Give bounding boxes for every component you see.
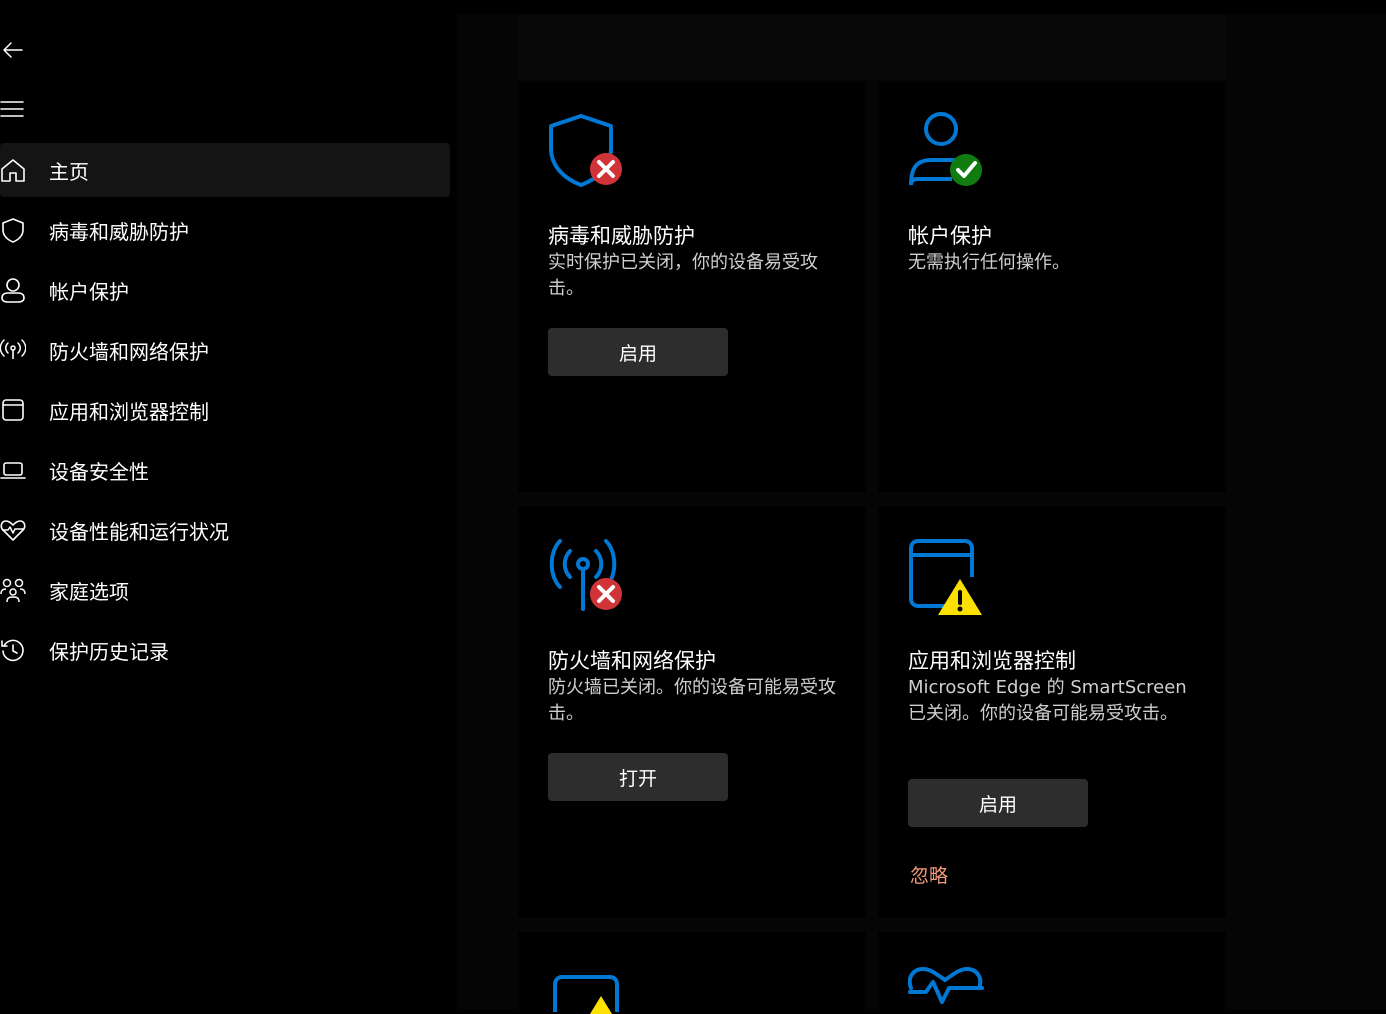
card-title: 病毒和威胁防护 [548,224,695,248]
sidebar-item-label: 帐户保护 [49,279,129,304]
card-virus-threat-protection: 病毒和威胁防护 实时保护已关闭，你的设备易受攻击。 启用 [518,82,866,492]
sidebar-item-app-browser-control[interactable]: 应用和浏览器控制 [0,383,450,437]
shield-icon [2,218,24,243]
enable-smartscreen-button[interactable]: 启用 [908,779,1088,827]
sidebar-item-label: 设备性能和运行状况 [49,519,229,544]
card-firewall-network-protection: 防火墙和网络保护 防火墙已关闭。你的设备可能易受攻击。 打开 [518,507,866,917]
sidebar-item-device-performance[interactable]: 设备性能和运行状况 [0,503,450,557]
card-title: 应用和浏览器控制 [908,649,1076,673]
card-title: 防火墙和网络保护 [548,649,716,673]
card-description: 实时保护已关闭，你的设备易受攻击。 [548,252,818,299]
sidebar-item-label: 病毒和威胁防护 [49,219,189,244]
sidebar-item-label: 防火墙和网络保护 [49,339,209,364]
sidebar-item-device-security[interactable]: 设备安全性 [0,443,450,497]
back-button[interactable] [0,36,28,64]
heart-pulse-icon [0,520,26,541]
sidebar-item-family-options[interactable]: 家庭选项 [0,563,450,617]
app-window-icon [2,399,24,421]
app-window-warning-icon [909,539,982,615]
enable-virus-protection-button[interactable]: 启用 [548,328,728,376]
sidebar-item-label: 保护历史记录 [49,639,169,664]
card-device-performance [878,932,1226,1009]
card-description: 防火墙已关闭。你的设备可能易受攻击。 [548,677,836,724]
hamburger-icon [0,101,24,117]
card-description: 无需执行任何操作。 [908,252,1070,273]
turn-on-firewall-button[interactable]: 打开 [548,753,728,801]
sidebar-item-protection-history[interactable]: 保护历史记录 [0,623,450,677]
sidebar-item-label: 设备安全性 [49,459,149,484]
menu-button[interactable] [0,96,28,124]
person-icon [1,278,25,303]
sidebar: 主页 病毒和威胁防护 帐户保护 防火墙和网络保护 应用和浏览器控制 设备安全性 … [0,0,458,1009]
family-icon [0,578,26,603]
laptop-icon [0,462,26,479]
card-device-security [518,932,866,1014]
header-strip [518,14,1226,80]
card-account-protection: 帐户保护 无需执行任何操作。 [878,82,1226,492]
heart-pulse-icon [908,966,984,1004]
firewall-error-icon [549,539,622,611]
sidebar-item-home[interactable]: 主页 [0,143,450,197]
sidebar-item-label: 家庭选项 [49,579,129,604]
person-check-icon [909,112,982,186]
home-icon [1,159,25,182]
history-icon [1,639,24,662]
card-description: Microsoft Edge 的 SmartScreen 已关闭。你的设备可能易… [908,677,1187,724]
sidebar-item-account-protection[interactable]: 帐户保护 [0,263,450,317]
sidebar-item-label: 主页 [49,159,89,184]
sidebar-item-virus-protection[interactable]: 病毒和威胁防护 [0,203,450,257]
dismiss-link[interactable]: 忽略 [910,861,948,888]
sidebar-item-label: 应用和浏览器控制 [49,399,209,424]
card-title: 帐户保护 [908,224,992,248]
wifi-icon [0,339,26,359]
sidebar-item-firewall[interactable]: 防火墙和网络保护 [0,323,450,377]
shield-error-icon [549,114,622,187]
device-warning-icon [553,975,619,1014]
card-app-browser-control: 应用和浏览器控制 Microsoft Edge 的 SmartScreen 已关… [878,507,1226,917]
back-arrow-icon [3,42,23,58]
